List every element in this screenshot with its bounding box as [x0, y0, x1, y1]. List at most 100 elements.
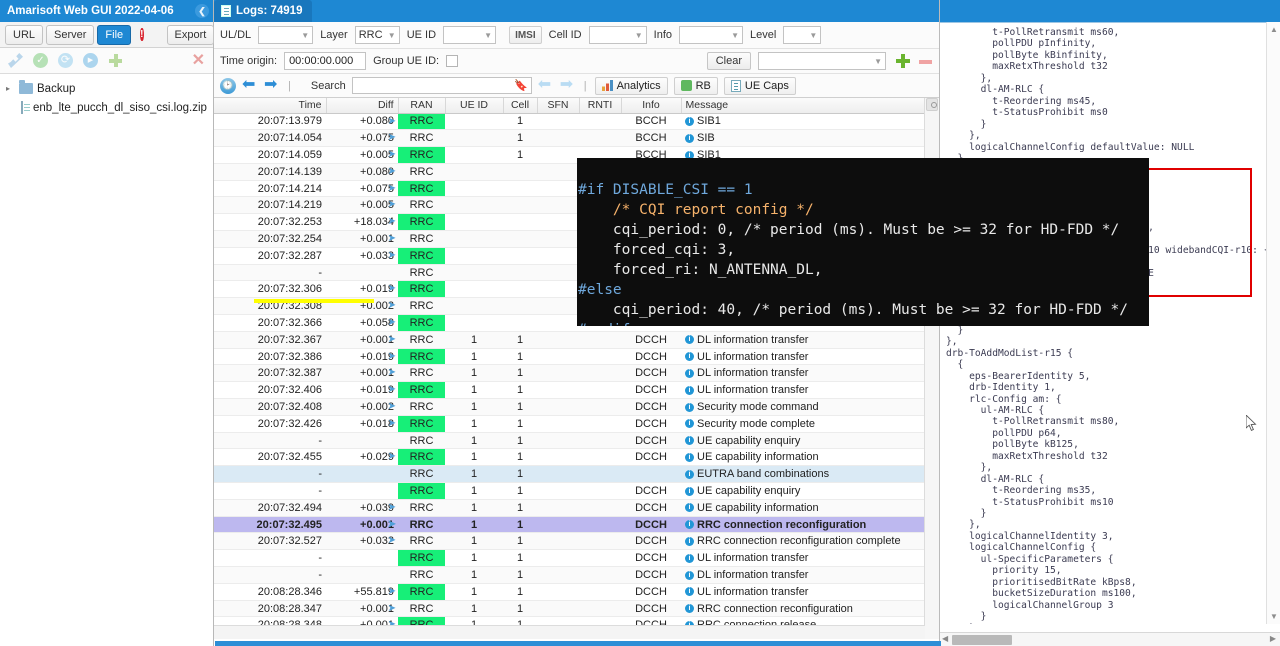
table-row[interactable]: - RRC 1 1 DCCH i UE capability enquiry: [214, 482, 925, 500]
clear-button[interactable]: Clear: [706, 52, 751, 70]
chevron-right-icon[interactable]: ▸: [6, 84, 15, 93]
table-row[interactable]: - RRC 1 1 DCCH i UL information transfer: [214, 549, 925, 568]
tree-item-logfile[interactable]: enb_lte_pucch_dl_siso_csi.log.zip: [0, 98, 213, 117]
close-icon[interactable]: ✕: [192, 53, 205, 69]
level-select[interactable]: ▼: [783, 26, 822, 44]
cell-cell: [503, 230, 537, 248]
table-row[interactable]: - RRC 1 1 i EUTRA band combinations: [214, 465, 925, 484]
scroll-right-icon[interactable]: ▶: [1270, 634, 1276, 643]
column-header-message[interactable]: Message: [681, 98, 926, 114]
right-horizontal-scrollbar[interactable]: ◀ ▶: [940, 632, 1280, 646]
scroll-up-icon[interactable]: ▲: [1270, 25, 1278, 34]
sidebar-collapse-button[interactable]: ❮: [191, 0, 213, 22]
column-header-diff[interactable]: Diff: [326, 98, 399, 114]
cell-message: i DL information transfer: [681, 566, 925, 584]
info-select[interactable]: ▼: [679, 26, 743, 44]
arrow-right-icon[interactable]: ➡: [264, 77, 280, 93]
url-button[interactable]: URL: [5, 24, 44, 45]
arrow-left-icon[interactable]: ⬅: [242, 77, 258, 93]
table-row[interactable]: 20:07:32.495 +0.001 ➤ RRC 1 1 DCCH i RRC connect…: [214, 516, 925, 534]
cell-ran: RRC: [398, 280, 445, 299]
cell-cell: 1: [503, 549, 537, 568]
remove-filter-icon[interactable]: [918, 54, 933, 69]
cell-cell: 1: [503, 482, 537, 500]
table-row[interactable]: 20:07:32.386 +0.019 ➤ RRC 1 1 DCCH i UL informat…: [214, 348, 925, 366]
binoculars-icon[interactable]: 🔖: [514, 79, 528, 92]
add-filter-icon[interactable]: [895, 53, 911, 69]
cell-diff: +0.032 ➤: [326, 532, 398, 551]
table-row[interactable]: 20:08:28.346 +55.819 ➤ RRC 1 1 DCCH i UL informa…: [214, 583, 925, 601]
cell-ueid: [445, 297, 503, 316]
search-input[interactable]: 🔖: [351, 77, 532, 94]
table-row[interactable]: 20:07:14.054 +0.075 ➤ RRC 1 BCCH i SIB: [214, 129, 925, 148]
chevron-down-icon: ▼: [387, 30, 396, 40]
ueid-label: UE ID: [406, 29, 437, 41]
plus-icon[interactable]: [108, 53, 123, 68]
table-row[interactable]: - RRC 1 1 DCCH i UE capability enquiry: [214, 432, 925, 450]
uecaps-button[interactable]: UE Caps: [723, 76, 796, 95]
tab-logs[interactable]: Logs: 74919: [214, 0, 313, 22]
tree-item-backup[interactable]: ▸ Backup: [0, 79, 213, 98]
cell-message: i DL information transfer: [681, 364, 925, 383]
layer-select[interactable]: RRC ▼: [354, 26, 400, 44]
cell-ran: RRC: [398, 264, 445, 282]
log-file-icon: [221, 5, 231, 17]
wrench-icon[interactable]: [8, 53, 23, 68]
server-button[interactable]: Server: [46, 24, 95, 45]
table-row[interactable]: 20:07:13.979 +0.080 ➤ RRC 1 BCCH i SIB1: [214, 113, 925, 131]
table-row[interactable]: 20:07:32.387 +0.001 ➤ RRC 1 1 DCCH i DL informat…: [214, 364, 925, 383]
table-row[interactable]: 20:07:32.527 +0.032 ➤ RRC 1 1 DCCH i RRC connect…: [214, 532, 925, 551]
right-vertical-scrollbar[interactable]: ▲ ▼: [1266, 22, 1280, 624]
column-header-rnti[interactable]: RNTI: [579, 98, 622, 114]
analytics-button[interactable]: Analytics: [594, 76, 668, 95]
column-header-time[interactable]: Time: [214, 98, 327, 114]
cell-ueid: [445, 163, 503, 181]
table-row[interactable]: 20:07:32.408 +0.002 ➤ RRC 1 1 DCCH i Security mo…: [214, 398, 925, 416]
table-row[interactable]: 20:07:32.455 +0.029 ➤ RRC 1 1 DCCH i UE capabili…: [214, 448, 925, 467]
cell-cell: [503, 314, 537, 332]
imsi-button[interactable]: IMSI: [509, 26, 542, 44]
scroll-left-icon[interactable]: ◀: [942, 634, 948, 643]
table-row[interactable]: 20:08:28.347 +0.001 ➤ RRC 1 1 DCCH i RRC connect…: [214, 600, 925, 618]
cell-ueid: 1: [445, 448, 503, 467]
clock-icon[interactable]: 🕑: [220, 77, 236, 94]
table-horizontal-scrollbar[interactable]: [214, 625, 925, 639]
cell-time: 20:07:14.054: [214, 129, 326, 148]
play-icon[interactable]: [83, 53, 98, 68]
cell-cell: 1: [503, 398, 537, 416]
table-row[interactable]: 20:07:32.426 +0.018 ➤ RRC 1 1 DCCH i Security mo…: [214, 415, 925, 433]
file-button[interactable]: File: [97, 24, 132, 45]
refresh-icon[interactable]: [58, 53, 73, 68]
cell-ran: RRC: [398, 516, 445, 534]
preset-select[interactable]: ▼: [758, 52, 886, 70]
column-header-info[interactable]: Info: [621, 98, 682, 114]
cell-message: i EUTRA band combinations: [681, 465, 925, 484]
check-circle-icon[interactable]: [33, 53, 48, 68]
column-header-ran[interactable]: RAN: [398, 98, 446, 114]
time-origin-input[interactable]: 00:00:00.000: [284, 52, 367, 70]
cell-cell: 1: [503, 448, 537, 467]
rb-button[interactable]: RB: [673, 76, 718, 95]
table-row[interactable]: - RRC 1 1 DCCH i DL information transfer: [214, 566, 925, 584]
find-prev-icon[interactable]: ⬅: [538, 77, 554, 93]
uldl-select[interactable]: ▼: [258, 26, 314, 44]
panel-bottom-bar: [215, 641, 941, 646]
column-header-sfn[interactable]: SFN: [537, 98, 580, 114]
find-next-icon[interactable]: ➡: [560, 77, 576, 93]
table-row[interactable]: 20:07:32.406 +0.019 ➤ RRC 1 1 DCCH i UL informat…: [214, 381, 925, 400]
export-button[interactable]: Export: [166, 24, 215, 45]
error-badge[interactable]: !: [140, 28, 144, 41]
scroll-down-icon[interactable]: ▼: [1270, 612, 1278, 621]
table-row[interactable]: 20:07:32.494 +0.039 ➤ RRC 1 1 DCCH i UE capabili…: [214, 499, 925, 517]
column-header-ue-id[interactable]: UE ID: [445, 98, 504, 114]
ueid-select[interactable]: ▼: [443, 26, 497, 44]
scrollbar-thumb[interactable]: [926, 98, 938, 111]
group-ueid-checkbox[interactable]: [446, 55, 459, 67]
cell-cell: 1: [503, 583, 537, 601]
column-header-cell[interactable]: Cell: [503, 98, 538, 114]
scrollbar-thumb[interactable]: [952, 635, 1012, 645]
table-row[interactable]: 20:07:32.367 +0.001 ➤ RRC 1 1 DCCH i DL informat…: [214, 331, 925, 349]
cell-cell: [503, 163, 537, 181]
cellid-select[interactable]: ▼: [588, 26, 647, 44]
cell-diff: +0.005 ➤: [326, 196, 398, 215]
